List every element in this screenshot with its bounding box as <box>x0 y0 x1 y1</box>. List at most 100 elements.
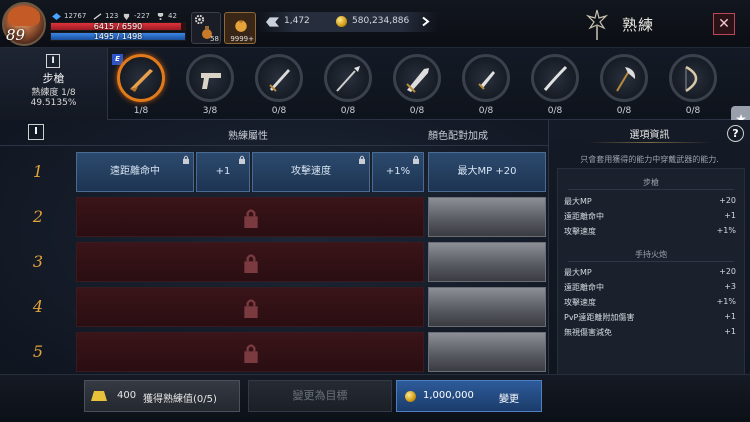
gold-bar-icon <box>91 391 107 401</box>
row-number: 5 <box>32 342 44 361</box>
option-stat-value: +3 <box>724 282 736 291</box>
col-attribute-header: 熟練屬性 <box>228 131 268 142</box>
stat-combat-power: 12767 <box>52 12 86 20</box>
weapon-ring[interactable] <box>117 54 165 102</box>
weapon-count: 0/8 <box>271 106 287 116</box>
attribute-cell-2[interactable]: 攻擊速度 <box>252 152 370 192</box>
option-stat-value: +20 <box>719 196 736 205</box>
weapon-ring[interactable] <box>324 54 372 102</box>
currency-bar: 1,472 580,234,886 <box>258 12 438 32</box>
sword-stat-icon <box>93 12 102 20</box>
change-button[interactable]: 1,000,000 變更 <box>396 380 542 412</box>
selected-weapon-panel: I 步槍 熟練度 1/8 49.5135% <box>0 48 108 120</box>
option-stat-name: 遠距離命中 <box>564 283 604 292</box>
option-stat-name: 攻擊速度 <box>564 298 596 307</box>
weapon-count: 0/8 <box>616 106 632 116</box>
option-info-box: 步槍 手持火炮 最大MP +20 遠距離命中 +1 攻擊速度 +1% 最大MP +20 遠距離命… <box>557 168 745 380</box>
lock-icon <box>239 155 245 164</box>
gem-icon <box>266 17 279 27</box>
locked-row <box>76 197 424 237</box>
hp-bar: 6415 / 6590 <box>50 22 186 31</box>
lock-icon <box>244 299 258 318</box>
player-level: 89 <box>6 26 26 44</box>
change-cost: 1,000,000 <box>423 390 474 401</box>
weapon-ring[interactable] <box>393 54 441 102</box>
locked-row <box>76 287 424 327</box>
section-title-handcannon: 手持火炮 <box>635 250 667 259</box>
color-bonus-cell-empty <box>428 287 546 327</box>
weapon-ring[interactable] <box>255 54 303 102</box>
weapon-tab-katana[interactable]: 0/8 <box>528 54 582 118</box>
option-stat-line: 攻擊速度 +1% <box>564 297 736 309</box>
attribute-cell-1[interactable]: 遠距離命中 <box>76 152 194 192</box>
weapon-ring[interactable] <box>669 54 717 102</box>
weapon-tab-spear[interactable]: 0/8 <box>321 54 375 118</box>
lock-icon <box>413 155 419 164</box>
greatsword-icon <box>406 68 429 93</box>
weapon-tab-axe[interactable]: 0/8 <box>597 54 651 118</box>
weapon-ring[interactable] <box>531 54 579 102</box>
weapon-ring[interactable] <box>600 54 648 102</box>
selected-weapon-percent: 49.5135% <box>30 98 77 108</box>
option-info-description: 只會套用獲得的能力中穿戴武器的能力. <box>580 155 719 164</box>
title-divider <box>589 142 710 143</box>
color-bonus-cell-empty <box>428 332 546 372</box>
close-button[interactable]: ✕ <box>713 13 735 35</box>
trophy-icon <box>157 12 164 20</box>
weapon-count: 1/8 <box>133 106 149 116</box>
gain-label: 獲得熟練值(0/5) <box>143 394 217 405</box>
option-stat-name: 攻擊速度 <box>564 227 596 236</box>
item-slot-2[interactable]: 9999+ <box>224 12 256 44</box>
weapon-tab-rifle[interactable]: 1/8 <box>114 54 168 118</box>
attribute-value-1[interactable]: +1 <box>196 152 250 192</box>
weapon-count: 0/8 <box>478 106 494 116</box>
gear-icon[interactable] <box>194 14 205 25</box>
weapon-tier-icon: I <box>46 54 60 68</box>
locked-row <box>76 332 424 372</box>
stat-3: -227 <box>122 12 150 20</box>
gain-proficiency-button[interactable]: 400 獲得熟練值(0/5) <box>84 380 240 412</box>
proficiency-emblem-icon <box>586 9 608 40</box>
option-stat-value: +20 <box>719 267 736 276</box>
chevron-right-icon[interactable] <box>422 16 430 27</box>
weapon-tab-greatsword[interactable]: 0/8 <box>390 54 444 118</box>
row-number: 1 <box>32 162 44 181</box>
weapon-count: 0/8 <box>409 106 425 116</box>
weapon-count: 0/8 <box>547 106 563 116</box>
section-divider <box>568 189 734 190</box>
section-title-rifle: 步槍 <box>643 178 659 187</box>
set-target-button[interactable]: 變更為目標 <box>248 380 392 412</box>
option-stat-value: +1% <box>716 297 736 306</box>
color-bonus-cell-empty <box>428 242 546 282</box>
selected-weapon-proficiency: 熟練度 1/8 <box>31 88 76 98</box>
dagger-icon <box>478 71 495 90</box>
spear-icon <box>336 66 360 92</box>
weapon-tab-pistol[interactable]: 3/8 <box>183 54 237 118</box>
lock-icon <box>244 209 258 228</box>
help-button[interactable]: ? <box>727 125 744 142</box>
close-icon[interactable]: ✕ <box>718 16 730 32</box>
weapon-strip: I 步槍 熟練度 1/8 49.5135% E 1/8 3/8 0/8 0/8 0/8 0… <box>0 48 750 120</box>
locked-row <box>76 242 424 282</box>
gain-cost: 400 <box>117 390 137 401</box>
option-stat-line: 最大MP +20 <box>564 196 736 208</box>
katana-icon <box>543 65 568 91</box>
option-stat-value: +1 <box>724 312 736 321</box>
weapon-ring[interactable] <box>186 54 234 102</box>
weapon-tab-bow[interactable]: 0/8 <box>666 54 720 118</box>
lock-icon <box>244 254 258 273</box>
weapon-tab-sword[interactable]: 0/8 <box>252 54 306 118</box>
attribute-value-2[interactable]: +1% <box>372 152 424 192</box>
option-stat-line: 遠距離命中 +3 <box>564 282 736 294</box>
weapon-ring[interactable] <box>462 54 510 102</box>
lock-icon <box>244 344 258 363</box>
tier-filter-icon[interactable]: I <box>28 124 44 140</box>
option-stat-line: 最大MP +20 <box>564 267 736 279</box>
row-number: 3 <box>32 252 44 271</box>
settings-potion-slot[interactable]: 58 <box>191 12 221 44</box>
weapon-tab-dagger[interactable]: 0/8 <box>459 54 513 118</box>
gold-amount: 580,234,886 <box>352 16 410 26</box>
top-bar: 89 12767 123 -227 42 6415 / 6590 1495 / … <box>0 0 750 48</box>
option-stat-name: 遠距離命中 <box>564 212 604 221</box>
option-stat-value: +1 <box>724 211 736 220</box>
